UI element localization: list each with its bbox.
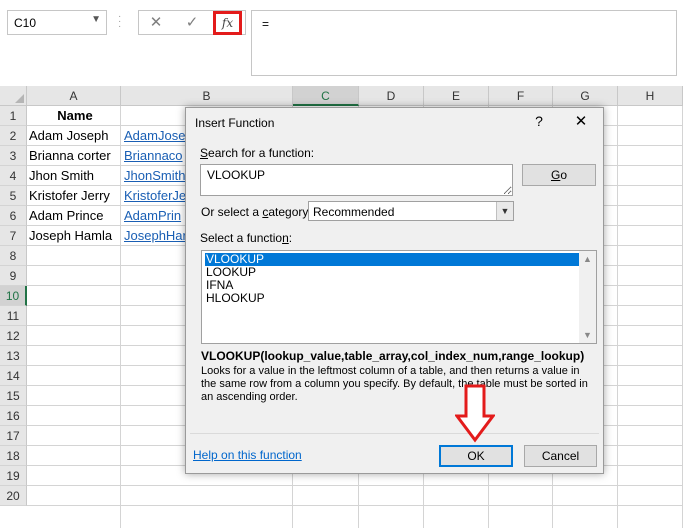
go-label-text: o [560, 168, 568, 182]
cell-name[interactable]: Adam Prince [27, 206, 121, 226]
insert-function-dialog: Insert Function ? ✕ Search for a functio… [185, 107, 604, 474]
category-label-rest: ategory: [268, 205, 312, 219]
row-header-18[interactable]: 18 [0, 446, 27, 466]
go-label-accel: G [550, 168, 561, 182]
formula-content: = [262, 17, 270, 31]
column-header-e[interactable]: E [424, 86, 489, 106]
list-scrollbar[interactable]: ▲ ▼ [579, 251, 596, 343]
row-header-2[interactable]: 2 [0, 126, 27, 146]
row-header-14[interactable]: 14 [0, 366, 27, 386]
function-list-item[interactable]: HLOOKUP [205, 292, 579, 305]
annotation-arrow-icon [455, 384, 495, 443]
cell-name[interactable]: Kristofer Jerry [27, 186, 121, 206]
cell-a1[interactable]: Name [27, 106, 121, 126]
row-header-11[interactable]: 11 [0, 306, 27, 326]
select-function-label-accel: n [282, 231, 289, 245]
row-header-6[interactable]: 6 [0, 206, 27, 226]
go-button[interactable]: Go [522, 164, 596, 186]
excel-window: C10 ▼ · · · ✕ ✓ fx = A B C D E F G H 1 2 3 4 5 6 7 8 9 10 11… [0, 0, 683, 528]
function-syntax: VLOOKUP(lookup_value,table_array,col_ind… [201, 349, 585, 363]
select-all-corner[interactable] [0, 86, 27, 106]
function-description: Looks for a value in the leftmost column… [201, 365, 588, 403]
cancel-icon[interactable]: ✕ [145, 14, 167, 32]
column-header-d[interactable]: D [359, 86, 424, 106]
row-header-8[interactable]: 8 [0, 246, 27, 266]
formula-bar-area: C10 ▼ · · · ✕ ✓ fx = [0, 0, 683, 86]
column-header-b[interactable]: B [121, 86, 293, 106]
select-function-label-pre: Select a functio [200, 231, 283, 245]
category-label: Or select a category: [201, 205, 312, 219]
select-function-label-rest: : [288, 231, 293, 245]
row-gridline [27, 485, 683, 486]
column-header-h[interactable]: H [618, 86, 683, 106]
row-header-10[interactable]: 10 [0, 286, 27, 306]
scroll-down-icon[interactable]: ▼ [579, 330, 596, 340]
chevron-down-icon[interactable]: ▼ [496, 202, 513, 220]
formula-buttons: ✕ ✓ fx [138, 10, 246, 35]
help-icon[interactable]: ? [531, 113, 547, 129]
row-header-9[interactable]: 9 [0, 266, 27, 286]
row-header-17[interactable]: 17 [0, 426, 27, 446]
category-select[interactable]: Recommended ▼ [308, 201, 514, 221]
help-link[interactable]: Help on this function [193, 448, 302, 462]
function-list-item[interactable]: IFNA [205, 279, 579, 292]
row-header-5[interactable]: 5 [0, 186, 27, 206]
row-header-15[interactable]: 15 [0, 386, 27, 406]
drag-handle-icon[interactable]: · · · [118, 12, 121, 32]
category-label-pre: Or select a [201, 205, 263, 219]
row-header-1[interactable]: 1 [0, 106, 27, 126]
select-function-label: Select a function: [200, 231, 292, 245]
function-list-item[interactable]: VLOOKUP [205, 253, 579, 266]
row-header-13[interactable]: 13 [0, 346, 27, 366]
name-box[interactable]: C10 ▼ [7, 10, 107, 35]
search-label-text: earch for a function: [208, 146, 315, 160]
formula-input[interactable]: = [251, 10, 677, 76]
cell-name[interactable]: Jhon Smith [27, 166, 121, 186]
cell-name[interactable]: Adam Joseph [27, 126, 121, 146]
close-icon[interactable]: ✕ [573, 112, 589, 130]
column-header-c[interactable]: C [293, 86, 359, 106]
search-label: Search for a function: [200, 146, 314, 160]
function-list-item[interactable]: LOOKUP [205, 266, 579, 279]
category-value: Recommended [313, 205, 395, 219]
row-header-7[interactable]: 7 [0, 226, 27, 246]
cancel-button[interactable]: Cancel [524, 445, 597, 467]
divider [190, 433, 599, 434]
row-header-16[interactable]: 16 [0, 406, 27, 426]
function-list[interactable]: HLOOKUP IFNA LOOKUP VLOOKUP ▲ ▼ [201, 250, 597, 344]
search-function-input[interactable] [200, 164, 513, 196]
row-header-3[interactable]: 3 [0, 146, 27, 166]
scroll-up-icon[interactable]: ▲ [579, 254, 596, 264]
chevron-down-icon[interactable]: ▼ [91, 14, 101, 25]
cell-name[interactable]: Joseph Hamla [27, 226, 121, 246]
row-header-12[interactable]: 12 [0, 326, 27, 346]
row-header-4[interactable]: 4 [0, 166, 27, 186]
dialog-title: Insert Function [195, 116, 275, 130]
ok-button[interactable]: OK [439, 445, 513, 467]
enter-icon[interactable]: ✓ [181, 14, 203, 32]
name-box-value: C10 [14, 16, 37, 30]
column-header-f[interactable]: F [489, 86, 553, 106]
column-header-g[interactable]: G [553, 86, 618, 106]
column-header-a[interactable]: A [27, 86, 121, 106]
row-header-20[interactable]: 20 [0, 486, 27, 506]
row-header-19[interactable]: 19 [0, 466, 27, 486]
cell-name[interactable]: Brianna corter [27, 146, 121, 166]
row-gridline [27, 505, 683, 506]
insert-function-icon[interactable]: fx [213, 11, 242, 35]
search-label-accel: S [200, 146, 209, 160]
